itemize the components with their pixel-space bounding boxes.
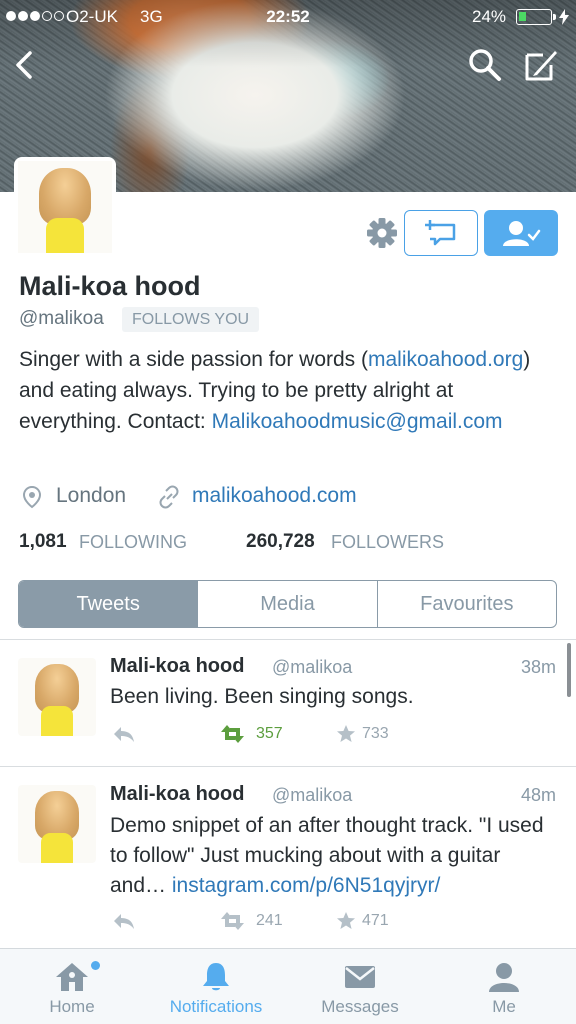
profile-bio: Singer with a side passion for words (ma…: [19, 344, 559, 437]
home-icon: [56, 963, 88, 991]
nav-home[interactable]: Home: [0, 949, 144, 1024]
tweet-author[interactable]: Mali-koa hood: [110, 783, 244, 806]
nav-label: Messages: [321, 997, 399, 1016]
nav-me[interactable]: Me: [432, 949, 576, 1024]
tweet-text: Been living. Been singing songs.: [110, 685, 414, 708]
settings-button[interactable]: [363, 214, 401, 252]
bio-link[interactable]: malikoahood.org: [368, 348, 523, 371]
compose-tweet-button[interactable]: [521, 45, 561, 85]
star-icon: [337, 912, 355, 929]
tweet-link[interactable]: instagram.com/p/6N51qyjryr/: [172, 874, 440, 897]
bio-text: Singer with a side passion for words (: [19, 348, 368, 371]
tweet-handle: @malikoa: [272, 785, 353, 805]
profile-avatar[interactable]: [14, 157, 116, 257]
user-check-icon: [503, 221, 541, 246]
tweet-avatar[interactable]: [18, 658, 96, 736]
reply-button[interactable]: [112, 911, 136, 931]
envelope-icon: [345, 966, 375, 988]
favourite-button[interactable]: 733: [336, 724, 389, 744]
reply-icon: [114, 914, 134, 929]
retweet-icon: [221, 725, 244, 743]
add-message-icon: [425, 220, 456, 246]
tweet-text: Demo snippet of an after thought track. …: [110, 811, 560, 901]
star-icon: [337, 725, 355, 742]
tab-media[interactable]: Media: [197, 581, 376, 627]
direct-message-button[interactable]: [404, 210, 478, 256]
followers-label[interactable]: FOLLOWERS: [331, 532, 444, 553]
profile-handle: @malikoa: [19, 308, 104, 329]
nav-notifications[interactable]: Notifications: [144, 949, 288, 1024]
charging-icon: [559, 9, 569, 25]
battery-icon: [516, 9, 552, 25]
retweet-button[interactable]: 241: [220, 911, 283, 931]
favourite-count: 471: [362, 912, 389, 929]
chevron-left-icon: [16, 51, 32, 79]
notification-dot: [91, 961, 100, 970]
favourite-button[interactable]: 471: [336, 911, 389, 931]
person-icon: [489, 963, 519, 992]
retweet-count: 241: [256, 912, 283, 929]
nav-messages[interactable]: Messages: [288, 949, 432, 1024]
nav-label: Me: [492, 997, 516, 1016]
bottom-tab-bar: Home Notifications Messages Me: [0, 948, 576, 1024]
reply-button[interactable]: [112, 724, 136, 744]
tweet-handle: @malikoa: [272, 657, 353, 677]
reply-icon: [114, 727, 134, 742]
tweet-author[interactable]: Mali-koa hood: [110, 655, 244, 678]
back-button[interactable]: [8, 45, 44, 85]
location-pin-icon: [22, 485, 42, 509]
search-button[interactable]: [465, 45, 505, 85]
gear-icon: [367, 218, 397, 248]
follows-you-badge: FOLLOWS YOU: [122, 307, 260, 332]
scrollbar[interactable]: [567, 643, 571, 697]
avatar: [18, 161, 112, 253]
tweet-item[interactable]: Mali-koa hood @malikoa 38m Been living. …: [0, 640, 576, 766]
tweet-avatar[interactable]: [18, 785, 96, 863]
status-bar: O2-UK 3G 22:52 24%: [0, 0, 576, 34]
tweet-time: 48m: [520, 785, 556, 805]
profile-website-link[interactable]: malikoahood.com: [192, 484, 357, 508]
tweet-item[interactable]: Mali-koa hood @malikoa 48m Demo snippet …: [0, 767, 576, 947]
following-count[interactable]: 1,081: [19, 531, 67, 553]
nav-label: Notifications: [169, 997, 263, 1016]
following-button[interactable]: [484, 210, 558, 256]
link-icon: [159, 485, 179, 509]
bell-icon: [203, 963, 229, 991]
retweet-count: 357: [256, 725, 283, 742]
profile-location: London: [56, 484, 127, 507]
favourite-count: 733: [362, 725, 389, 742]
retweet-button[interactable]: 357: [220, 724, 283, 744]
bio-email-link[interactable]: Malikoahoodmusic@gmail.com: [212, 410, 503, 433]
tab-tweets[interactable]: Tweets: [19, 581, 198, 627]
followers-count[interactable]: 260,728: [246, 531, 315, 553]
compose-icon: [525, 51, 557, 81]
profile-tabs: Tweets Media Favourites: [18, 580, 557, 628]
profile-name: Mali-koa hood: [19, 271, 201, 301]
battery-tip: [553, 14, 556, 20]
nav-label: Home: [49, 997, 95, 1016]
tweet-time: 38m: [520, 657, 556, 677]
following-label[interactable]: FOLLOWING: [79, 532, 187, 553]
tab-favourites[interactable]: Favourites: [376, 581, 556, 627]
search-icon: [469, 49, 501, 81]
retweet-icon: [221, 912, 244, 930]
battery-percent: 24%: [472, 7, 507, 26]
